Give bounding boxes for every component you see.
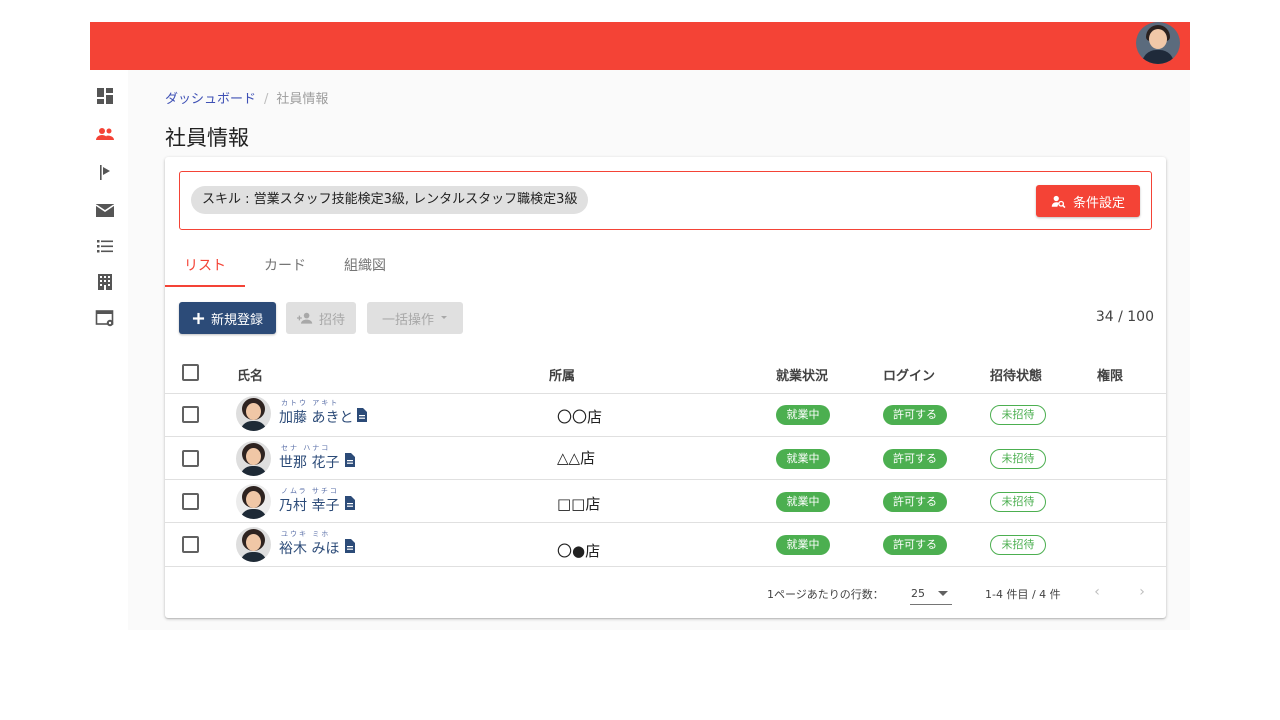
row-checkbox[interactable] — [182, 536, 199, 553]
list-icon[interactable] — [95, 236, 115, 256]
building-icon[interactable] — [95, 272, 115, 292]
header-invite-status: 招待状態 — [990, 369, 1043, 384]
employee-name-link[interactable]: 世那 花子 — [279, 452, 339, 472]
person-search-icon — [1051, 195, 1066, 208]
document-icon[interactable] — [344, 453, 356, 467]
login-status-badge: 許可する — [883, 535, 947, 555]
header-dept: 所属 — [549, 369, 576, 384]
new-register-label: 新規登録 — [210, 312, 263, 328]
caret-down-icon — [938, 591, 948, 596]
employee-name-link[interactable]: 裕木 みほ — [279, 538, 339, 558]
employee-list-card: スキル : 営業スタッフ技能検定3級, レンタルスタッフ職検定3級 条件設定 リ… — [165, 157, 1166, 618]
table-row[interactable]: ユウキ ミホ 裕木 みほ 〇●店 就業中 許可する 未招待 — [165, 523, 1166, 567]
invite-status-badge: 未招待 — [990, 492, 1046, 512]
tab-org-chart[interactable]: 組織図 — [325, 249, 405, 287]
invite-status-badge: 未招待 — [990, 405, 1046, 425]
tab-list[interactable]: リスト — [165, 249, 245, 287]
login-status-badge: 許可する — [883, 405, 947, 425]
page-range: 1-4 件目 / 4 件 — [985, 588, 1061, 601]
condition-settings-label: 条件設定 — [1072, 195, 1125, 211]
employee-dept: △△店 — [557, 449, 596, 467]
header-permission: 権限 — [1097, 369, 1124, 384]
breadcrumb-home-link[interactable]: ダッシュボード — [165, 92, 256, 107]
table-row[interactable]: カトウ アキト 加藤 あきと 〇〇店 就業中 許可する 未招待 — [165, 394, 1166, 437]
document-icon[interactable] — [344, 496, 356, 510]
top-app-bar — [90, 22, 1190, 70]
caret-down-icon — [441, 316, 447, 319]
avatar — [236, 441, 271, 476]
rows-per-page-label: 1ページあたりの行数： — [767, 588, 884, 601]
table-row[interactable]: セナ ハナコ 世那 花子 △△店 就業中 許可する 未招待 — [165, 437, 1166, 480]
work-status-badge: 就業中 — [776, 535, 830, 555]
header-work-status: 就業状況 — [776, 369, 829, 384]
employee-dept: 〇●店 — [557, 542, 601, 560]
new-register-button[interactable]: 新規登録 — [179, 302, 276, 334]
header-name: 氏名 — [237, 369, 264, 384]
sidebar — [90, 70, 128, 630]
plus-icon — [192, 312, 205, 324]
table-header-row: 氏名 所属 就業状況 ログイン 招待状態 権限 — [165, 353, 1166, 394]
mail-icon[interactable] — [95, 200, 115, 220]
window-settings-icon[interactable] — [95, 308, 115, 328]
people-icon[interactable] — [95, 124, 115, 144]
pagination: 1ページあたりの行数： 25 1-4 件目 / 4 件 ‹ › — [165, 569, 1166, 617]
invite-status-badge: 未招待 — [990, 449, 1046, 469]
flag-icon[interactable] — [95, 162, 115, 182]
row-checkbox[interactable] — [182, 406, 199, 423]
employee-count: 34 / 100 — [1095, 309, 1154, 325]
header-login: ログイン — [883, 369, 936, 384]
breadcrumb-current: 社員情報 — [276, 92, 329, 107]
list-toolbar: 新規登録 招待 一括操作 34 / 100 — [179, 302, 1154, 334]
login-status-badge: 許可する — [883, 492, 947, 512]
invite-status-badge: 未招待 — [990, 535, 1046, 555]
employee-name-link[interactable]: 加藤 あきと — [279, 407, 353, 427]
employee-dept: 〇〇店 — [557, 408, 603, 426]
breadcrumb-separator: / — [264, 92, 269, 107]
avatar — [236, 527, 271, 562]
work-status-badge: 就業中 — [776, 492, 830, 512]
work-status-badge: 就業中 — [776, 449, 830, 469]
avatar — [236, 484, 271, 519]
row-checkbox[interactable] — [182, 493, 199, 510]
breadcrumb: ダッシュボード / 社員情報 — [165, 88, 328, 107]
invite-button[interactable]: 招待 — [286, 302, 356, 334]
employee-dept: □□店 — [557, 495, 601, 513]
skill-filter-chip[interactable]: スキル : 営業スタッフ技能検定3級, レンタルスタッフ職検定3級 — [191, 186, 589, 214]
person-add-icon — [296, 312, 313, 324]
page-title: 社員情報 — [165, 126, 249, 150]
chevron-left-icon[interactable]: ‹ — [1089, 584, 1105, 600]
document-icon[interactable] — [356, 408, 368, 422]
avatar — [236, 396, 271, 431]
rows-per-page-select[interactable]: 25 — [910, 583, 952, 605]
bulk-action-dropdown[interactable]: 一括操作 — [367, 302, 463, 334]
chevron-right-icon[interactable]: › — [1134, 584, 1150, 600]
app-window: ダッシュボード / 社員情報 社員情報 スキル : 営業スタッフ技能検定3級, レン… — [90, 22, 1190, 630]
user-avatar[interactable] — [1136, 22, 1180, 64]
row-checkbox[interactable] — [182, 450, 199, 467]
condition-settings-button[interactable]: 条件設定 — [1036, 185, 1140, 217]
bulk-action-label: 一括操作 — [381, 312, 434, 328]
document-icon[interactable] — [344, 539, 356, 553]
invite-label: 招待 — [318, 312, 345, 328]
dashboard-icon[interactable] — [95, 86, 115, 106]
filter-panel: スキル : 営業スタッフ技能検定3級, レンタルスタッフ職検定3級 条件設定 — [179, 171, 1152, 230]
login-status-badge: 許可する — [883, 449, 947, 469]
rows-per-page-value: 25 — [911, 587, 925, 600]
table-row[interactable]: ノムラ サチコ 乃村 幸子 □□店 就業中 許可する 未招待 — [165, 480, 1166, 523]
employee-name-link[interactable]: 乃村 幸子 — [279, 495, 339, 515]
work-status-badge: 就業中 — [776, 405, 830, 425]
tab-card[interactable]: カード — [245, 249, 325, 287]
select-all-checkbox[interactable] — [182, 364, 199, 381]
